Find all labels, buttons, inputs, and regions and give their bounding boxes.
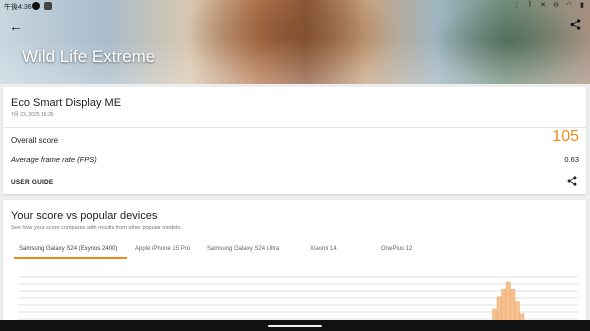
share-icon[interactable] bbox=[567, 176, 577, 189]
overall-score-label: Overall score bbox=[11, 136, 59, 145]
share-icon[interactable] bbox=[570, 19, 581, 33]
wifi-icon: ◠ bbox=[565, 2, 573, 9]
comparison-card: Your score vs popular devices See how yo… bbox=[3, 200, 586, 331]
tab-oneplus-12[interactable]: OnePlus 12 bbox=[381, 246, 412, 252]
system-nav-bar bbox=[0, 320, 590, 331]
device-tabs: Samsung Galaxy S24 (Exynos 2400) Apple i… bbox=[11, 244, 581, 260]
tab-apple-iphone-15-pro[interactable]: Apple iPhone 15 Pro bbox=[135, 246, 190, 252]
vibrate-icon: ⋮ bbox=[513, 2, 521, 9]
share-icon-glyph bbox=[567, 176, 577, 186]
result-card: Eco Smart Display ME 7月 23, 2025 16:35 O… bbox=[3, 87, 586, 194]
overall-score-value: 105 bbox=[552, 128, 579, 145]
user-guide-button[interactable]: USER GUIDE bbox=[11, 179, 53, 186]
arrow-left-icon[interactable]: ← bbox=[9, 18, 23, 34]
comparison-heading: Your score vs popular devices bbox=[11, 210, 158, 222]
fps-label: Average frame rate (FPS) bbox=[11, 155, 97, 164]
tab-samsung-galaxy-s24-ultra[interactable]: Samsung Galaxy S24 Ultra bbox=[207, 246, 279, 252]
page-title: Wild Life Extreme bbox=[22, 47, 156, 66]
active-tab-indicator bbox=[14, 257, 127, 259]
tab-samsung-galaxy-s24-exynos[interactable]: Samsung Galaxy S24 (Exynos 2400) bbox=[19, 246, 117, 252]
divider bbox=[3, 127, 586, 128]
status-bar: 午後4:36 ⋮ ᛒ ✕ ⊖ ◠ ▮ bbox=[0, 0, 590, 12]
battery-icon: ▮ bbox=[580, 2, 584, 9]
notification-dot-icon bbox=[32, 2, 40, 10]
benchmark-hero-banner: ← Wild Life Extreme bbox=[0, 0, 590, 84]
device-name: Eco Smart Display ME bbox=[11, 97, 122, 109]
mute-icon: ✕ bbox=[540, 2, 546, 9]
comparison-subtitle: See how your score compares with results… bbox=[11, 225, 182, 231]
fps-label-text: Average frame rate (FPS) bbox=[11, 155, 97, 164]
status-icons: ⋮ ᛒ ✕ ⊖ ◠ ▮ bbox=[513, 1, 586, 9]
home-handle[interactable] bbox=[268, 325, 322, 327]
status-time: 午後4:36 bbox=[4, 4, 32, 11]
fps-value: 0.63 bbox=[564, 155, 579, 164]
result-date: 7月 23, 2025 16:35 bbox=[11, 112, 54, 118]
dnd-icon: ⊖ bbox=[553, 2, 559, 9]
app-icon bbox=[44, 2, 52, 10]
share-icon-glyph bbox=[570, 19, 581, 30]
bluetooth-icon: ᛒ bbox=[527, 1, 533, 8]
tab-xiaomi-14[interactable]: Xiaomi 14 bbox=[310, 246, 337, 252]
